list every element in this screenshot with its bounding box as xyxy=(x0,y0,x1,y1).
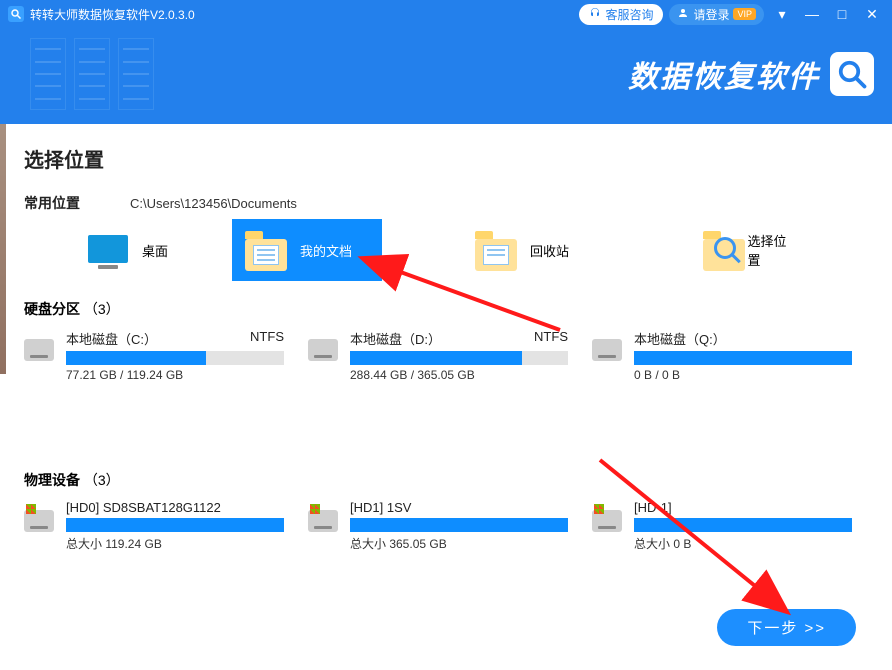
brand-icon xyxy=(830,52,874,96)
desktop-icon xyxy=(84,229,132,271)
device-item[interactable]: [HD-1] 总大小 0 B xyxy=(592,500,852,552)
login-label: 请登录 xyxy=(693,6,729,23)
partition-item[interactable]: 本地磁盘（Q:） 0 B / 0 B xyxy=(592,329,852,382)
partition-size: 288.44 GB / 365.05 GB xyxy=(350,368,568,382)
minimize-button[interactable]: — xyxy=(800,6,824,22)
drive-icon xyxy=(24,333,56,365)
next-button[interactable]: 下一步 >> xyxy=(717,609,856,646)
headset-icon xyxy=(589,7,601,22)
location-documents[interactable]: 我的文档 xyxy=(232,219,382,281)
close-button[interactable]: ✕ xyxy=(860,6,884,23)
window-title: 转转大师数据恢复软件V2.0.3.0 xyxy=(30,6,579,23)
usage-bar xyxy=(350,351,568,365)
devices-count: （3） xyxy=(84,472,120,488)
devices-title: 物理设备 xyxy=(24,472,80,488)
device-name: [HD-1] xyxy=(634,500,672,515)
partition-size: 77.21 GB / 119.24 GB xyxy=(66,368,284,382)
partition-fs: NTFS xyxy=(250,329,284,348)
partition-item[interactable]: 本地磁盘（D:） NTFS 288.44 GB / 365.05 GB xyxy=(308,329,568,382)
vip-badge: VIP xyxy=(733,8,756,20)
drive-icon xyxy=(592,504,624,536)
customer-service-button[interactable]: 客服咨询 xyxy=(579,4,663,25)
partition-item[interactable]: 本地磁盘（C:） NTFS 77.21 GB / 119.24 GB xyxy=(24,329,284,382)
drive-icon xyxy=(24,504,56,536)
device-size: 总大小 0 B xyxy=(634,535,852,552)
device-size: 总大小 365.05 GB xyxy=(350,535,568,552)
selected-path: C:\Users\123456\Documents xyxy=(130,196,297,211)
device-item[interactable]: [HD0] SD8SBAT128G1122 总大小 119.24 GB xyxy=(24,500,284,552)
location-desktop[interactable]: 桌面 xyxy=(24,219,232,281)
app-logo-icon xyxy=(8,6,24,22)
usage-bar xyxy=(634,518,852,532)
location-label: 回收站 xyxy=(530,241,569,260)
common-locations-title: 常用位置 xyxy=(24,193,80,213)
device-name: [HD0] SD8SBAT128G1122 xyxy=(66,500,221,515)
brand-title: 数据恢复软件 xyxy=(628,52,820,96)
drive-icon xyxy=(592,333,624,365)
recycle-icon xyxy=(472,229,520,271)
usage-bar xyxy=(66,518,284,532)
choose-folder-icon xyxy=(700,229,737,271)
partition-size: 0 B / 0 B xyxy=(634,368,852,382)
maximize-button[interactable]: □ xyxy=(830,6,854,22)
drive-icon xyxy=(308,504,340,536)
partition-name: 本地磁盘（D:） xyxy=(350,329,441,348)
partitions-count: （3） xyxy=(84,301,120,317)
usage-bar xyxy=(66,351,284,365)
partition-name: 本地磁盘（C:） xyxy=(66,329,157,348)
customer-service-label: 客服咨询 xyxy=(605,6,653,23)
location-label: 我的文档 xyxy=(300,241,352,260)
usage-bar xyxy=(350,518,568,532)
left-edge-decoration xyxy=(0,124,6,374)
location-label: 桌面 xyxy=(142,241,168,260)
partitions-title: 硬盘分区 xyxy=(24,301,80,317)
location-label: 选择位置 xyxy=(747,231,788,269)
device-item[interactable]: [HD1] 1SV 总大小 365.05 GB xyxy=(308,500,568,552)
usage-bar xyxy=(634,351,852,365)
location-choose[interactable]: 选择位置 xyxy=(590,219,798,281)
partition-name: 本地磁盘（Q:） xyxy=(634,329,726,348)
documents-icon xyxy=(242,229,290,271)
device-size: 总大小 119.24 GB xyxy=(66,535,284,552)
page-title: 选择位置 xyxy=(24,144,868,173)
menu-button[interactable]: ▾ xyxy=(770,6,794,23)
drive-icon xyxy=(308,333,340,365)
user-icon xyxy=(677,7,689,22)
location-recycle[interactable]: 回收站 xyxy=(382,219,590,281)
login-button[interactable]: 请登录 VIP xyxy=(669,4,764,25)
device-name: [HD1] 1SV xyxy=(350,500,411,515)
header-banner: 数据恢复软件 xyxy=(0,28,892,124)
partition-fs: NTFS xyxy=(534,329,568,348)
